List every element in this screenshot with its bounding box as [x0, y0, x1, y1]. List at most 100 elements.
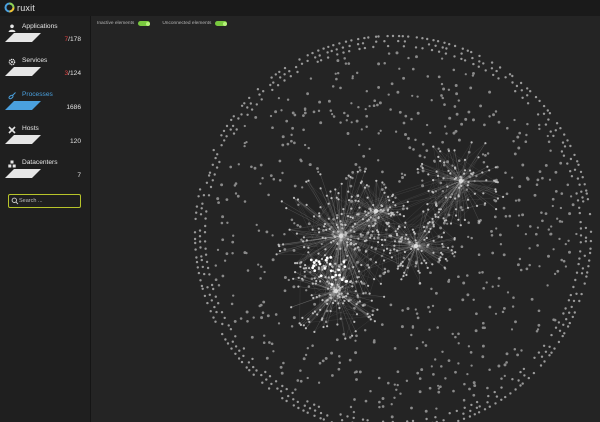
graph-node[interactable] — [234, 352, 237, 355]
graph-node[interactable] — [258, 93, 261, 96]
graph-node[interactable] — [281, 135, 285, 139]
graph-node[interactable] — [454, 208, 458, 211]
graph-node[interactable] — [200, 255, 203, 258]
graph-node[interactable] — [359, 233, 362, 236]
graph-node[interactable] — [265, 230, 269, 234]
graph-node[interactable] — [313, 277, 316, 280]
graph-node[interactable] — [468, 415, 472, 418]
graph-node[interactable] — [196, 266, 199, 269]
graph-node[interactable] — [404, 237, 407, 240]
graph-node[interactable] — [440, 251, 443, 254]
graph-node[interactable] — [302, 236, 305, 239]
graph-node[interactable] — [396, 383, 399, 387]
graph-node[interactable] — [326, 325, 329, 328]
graph-node[interactable] — [420, 262, 423, 265]
graph-node[interactable] — [425, 149, 429, 152]
graph-node[interactable] — [283, 276, 287, 279]
graph-node[interactable] — [266, 314, 270, 318]
graph-node[interactable] — [351, 225, 354, 228]
graph-node[interactable] — [516, 224, 520, 227]
graph-node[interactable] — [319, 206, 322, 209]
graph-node[interactable] — [453, 55, 456, 58]
graph-node[interactable] — [422, 210, 425, 213]
graph-node[interactable] — [304, 267, 308, 270]
graph-node[interactable] — [357, 270, 361, 273]
graph-node[interactable] — [361, 418, 365, 421]
graph-node[interactable] — [564, 242, 567, 246]
graph-node[interactable] — [280, 200, 283, 203]
graph-node[interactable] — [402, 256, 406, 260]
graph-node[interactable] — [425, 417, 428, 421]
graph-node[interactable] — [444, 52, 448, 55]
graph-node[interactable] — [239, 317, 243, 320]
graph-node[interactable] — [405, 233, 408, 236]
graph-node[interactable] — [484, 154, 487, 157]
graph-node[interactable] — [346, 132, 350, 135]
graph-node[interactable] — [586, 271, 589, 274]
graph-node[interactable] — [363, 186, 367, 189]
graph-node[interactable] — [313, 310, 316, 313]
graph-node[interactable] — [374, 219, 377, 222]
graph-node[interactable] — [352, 410, 356, 414]
graph-node[interactable] — [431, 190, 434, 193]
graph-node[interactable] — [580, 272, 584, 275]
graph-node[interactable] — [512, 139, 515, 143]
graph-node[interactable] — [416, 171, 420, 174]
graph-node[interactable] — [442, 177, 445, 180]
graph-node[interactable] — [553, 318, 557, 322]
graph-node[interactable] — [214, 295, 217, 298]
graph-node[interactable] — [329, 256, 333, 259]
graph-node[interactable] — [434, 190, 438, 193]
graph-node[interactable] — [385, 247, 389, 250]
graph-node[interactable] — [433, 358, 437, 361]
graph-node[interactable] — [493, 215, 497, 219]
graph-node[interactable] — [264, 370, 267, 374]
graph-node[interactable] — [372, 104, 376, 108]
graph-node[interactable] — [338, 233, 344, 239]
graph-node[interactable] — [193, 237, 197, 241]
graph-node[interactable] — [473, 179, 476, 183]
graph-node[interactable] — [466, 372, 469, 376]
graph-node[interactable] — [225, 135, 228, 138]
graph-node[interactable] — [576, 177, 580, 180]
graph-node[interactable] — [460, 184, 463, 187]
graph-node[interactable] — [365, 89, 369, 93]
graph-node[interactable] — [351, 334, 354, 337]
graph-node[interactable] — [436, 40, 440, 43]
graph-node[interactable] — [396, 90, 400, 94]
graph-node[interactable] — [373, 237, 376, 240]
graph-node[interactable] — [348, 50, 351, 53]
graph-node[interactable] — [330, 283, 334, 286]
graph-node[interactable] — [503, 374, 506, 378]
graph-node[interactable] — [339, 86, 342, 90]
graph-node[interactable] — [341, 267, 345, 271]
graph-node[interactable] — [575, 232, 578, 236]
graph-node[interactable] — [560, 220, 564, 223]
graph-node[interactable] — [407, 35, 410, 38]
graph-node[interactable] — [292, 277, 295, 280]
graph-node[interactable] — [432, 39, 435, 42]
graph-node[interactable] — [296, 262, 299, 265]
graph-node[interactable] — [578, 183, 581, 186]
graph-node[interactable] — [360, 263, 363, 267]
graph-node[interactable] — [353, 230, 356, 233]
graph-node[interactable] — [351, 285, 354, 288]
graph-node[interactable] — [318, 100, 322, 104]
graph-node[interactable] — [571, 203, 575, 207]
graph-node[interactable] — [376, 103, 379, 107]
graph-node[interactable] — [215, 310, 218, 314]
graph-node[interactable] — [424, 409, 428, 413]
graph-node[interactable] — [349, 216, 352, 219]
graph-node[interactable] — [346, 243, 349, 246]
graph-node[interactable] — [278, 249, 282, 253]
graph-node[interactable] — [340, 292, 343, 295]
graph-node[interactable] — [345, 295, 348, 298]
graph-node[interactable] — [265, 356, 269, 360]
graph-node[interactable] — [353, 306, 356, 310]
graph-node[interactable] — [386, 34, 389, 38]
graph-node[interactable] — [421, 169, 425, 173]
graph-node[interactable] — [525, 133, 528, 137]
graph-node[interactable] — [487, 394, 490, 398]
graph-node[interactable] — [354, 339, 357, 342]
graph-node[interactable] — [435, 407, 438, 410]
